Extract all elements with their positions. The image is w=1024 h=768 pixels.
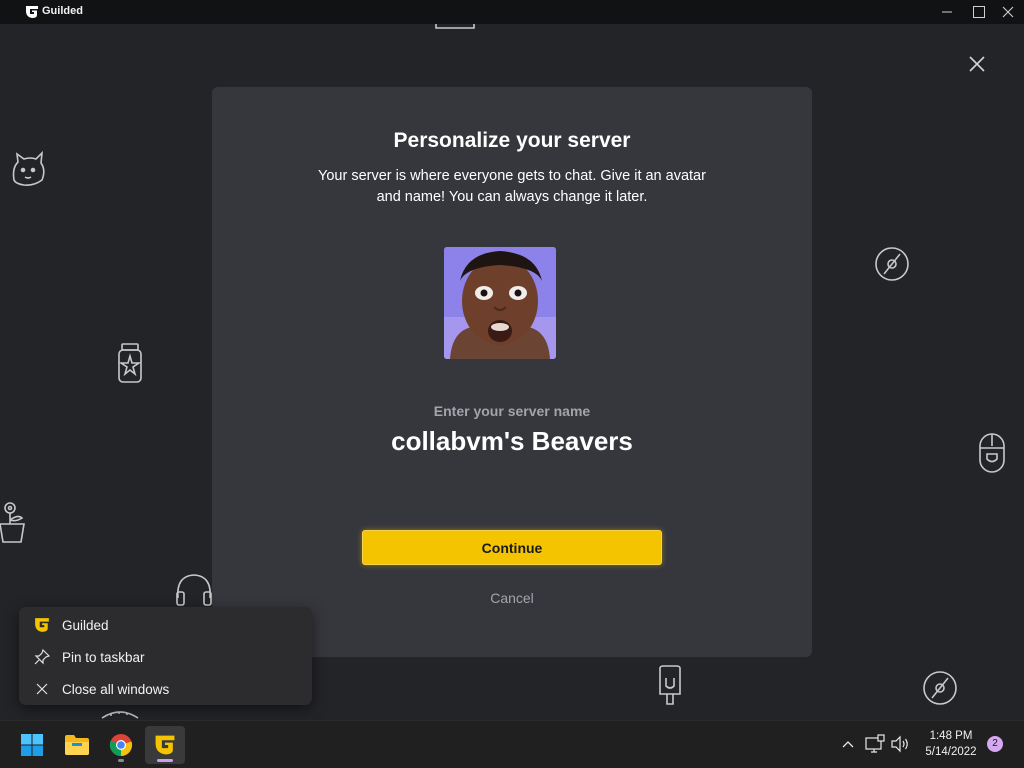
disc-doodle-2-icon bbox=[922, 670, 958, 706]
clock-time: 1:48 PM bbox=[929, 730, 973, 742]
close-icon bbox=[1002, 6, 1014, 18]
server-name-label: Enter your server name bbox=[433, 403, 591, 419]
modal-subtitle-line-1: Your server is where everyone gets to ch… bbox=[318, 168, 706, 184]
window-close-button[interactable] bbox=[993, 0, 1023, 24]
taskbar-clock[interactable]: 1:48 PM 5/14/2022 bbox=[915, 728, 987, 760]
window-titlebar: Guilded bbox=[0, 0, 1024, 24]
mouse-doodle-icon bbox=[978, 432, 1006, 474]
continue-button[interactable]: Continue bbox=[362, 530, 662, 565]
notification-badge[interactable]: 2 bbox=[987, 736, 1003, 752]
jumplist-item-label: Guilded bbox=[62, 617, 109, 633]
tray-doodle-icon bbox=[434, 24, 476, 32]
close-icon bbox=[33, 680, 51, 698]
modal-title: Personalize your server bbox=[393, 129, 631, 152]
network-icon bbox=[865, 734, 885, 753]
minimize-button[interactable] bbox=[932, 0, 962, 24]
popsicle-doodle-icon bbox=[656, 664, 684, 708]
personalize-server-modal: Personalize your server Your server is w… bbox=[212, 87, 812, 657]
volume-icon bbox=[891, 735, 908, 753]
bottom-doodle-icon bbox=[100, 706, 140, 720]
window-title: Guilded bbox=[42, 5, 83, 17]
chevron-up-icon bbox=[842, 741, 854, 748]
jumplist-item-close-all-windows[interactable]: Close all windows bbox=[19, 674, 312, 704]
chrome-icon bbox=[109, 734, 133, 757]
show-hidden-icons-button[interactable] bbox=[838, 735, 858, 753]
jumplist-item-guilded[interactable]: Guilded bbox=[19, 610, 312, 640]
file-explorer-icon bbox=[65, 735, 89, 755]
file-explorer-button[interactable] bbox=[57, 726, 97, 764]
guilded-logo-icon bbox=[25, 5, 39, 19]
pin-icon bbox=[33, 648, 51, 666]
jumplist-item-pin-to-taskbar[interactable]: Pin to taskbar bbox=[19, 642, 312, 672]
minimize-icon bbox=[942, 11, 952, 13]
server-avatar-upload[interactable] bbox=[444, 247, 556, 359]
modal-subtitle-line-2: and name! You can always change it later… bbox=[376, 189, 648, 205]
network-button[interactable] bbox=[865, 734, 885, 754]
guilded-logo-icon bbox=[33, 616, 51, 634]
jar-doodle-icon bbox=[116, 342, 144, 384]
guilded-button[interactable] bbox=[145, 726, 185, 764]
close-icon bbox=[969, 56, 985, 72]
server-name-input[interactable] bbox=[312, 423, 712, 459]
jumplist-item-label: Close all windows bbox=[62, 681, 170, 697]
chrome-button[interactable] bbox=[101, 726, 141, 764]
close-modal-button[interactable] bbox=[964, 51, 990, 77]
guilded-icon bbox=[155, 735, 175, 755]
volume-button[interactable] bbox=[890, 734, 912, 754]
maximize-icon bbox=[973, 6, 985, 18]
cancel-button[interactable]: Cancel bbox=[462, 590, 562, 610]
active-indicator bbox=[157, 759, 173, 762]
plant-doodle-icon bbox=[0, 500, 26, 546]
maximize-button[interactable] bbox=[964, 0, 994, 24]
windows-start-icon bbox=[21, 734, 43, 756]
disc-doodle-icon bbox=[874, 246, 910, 282]
modal-subtitle: Your server is where everyone gets to ch… bbox=[292, 166, 732, 208]
running-indicator bbox=[118, 759, 124, 762]
avatar-photo bbox=[444, 247, 556, 359]
dog-doodle-icon bbox=[8, 150, 48, 190]
start-button[interactable] bbox=[12, 726, 52, 764]
headphones-doodle-icon bbox=[174, 572, 214, 608]
jumplist-item-label: Pin to taskbar bbox=[62, 649, 145, 665]
clock-date: 5/14/2022 bbox=[925, 746, 977, 758]
taskbar-jump-list: Guilded Pin to taskbar Close all windows bbox=[19, 607, 312, 705]
